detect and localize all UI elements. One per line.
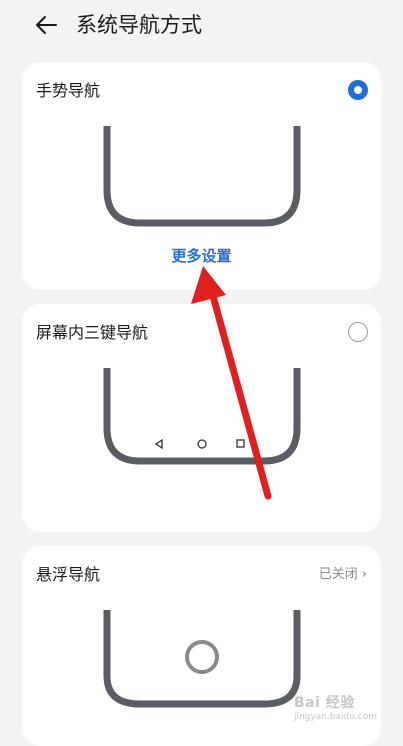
three-key-navigation-radio[interactable]: [348, 322, 368, 342]
baidu-watermark: Bai 经验 jingyan.baidu.com: [294, 692, 377, 722]
watermark-sub: jingyan.baidu.com: [293, 712, 377, 722]
gesture-navigation-radio[interactable]: [348, 80, 368, 100]
top-bar: 系统导航方式: [0, 0, 403, 52]
page-title: 系统导航方式: [76, 13, 202, 37]
floating-navigation-label: 悬浮导航: [36, 565, 101, 584]
chevron-right-icon: ›: [361, 567, 367, 582]
gesture-navigation-card[interactable]: 手势导航 更多设置: [22, 62, 381, 290]
back-arrow-icon[interactable]: [34, 12, 60, 38]
three-key-navigation-label: 屏幕内三键导航: [36, 323, 149, 342]
more-settings-link[interactable]: 更多设置: [22, 245, 381, 267]
watermark-text: Bai 经验: [293, 695, 355, 711]
home-key-icon: [197, 439, 207, 449]
three-key-phone-illustration: [103, 368, 301, 465]
floating-button-icon: [185, 640, 219, 674]
gesture-phone-illustration: [103, 126, 301, 227]
back-key-icon: [154, 438, 163, 450]
recent-key-icon: [236, 439, 245, 448]
three-key-navigation-card[interactable]: 屏幕内三键导航: [22, 304, 381, 532]
floating-navigation-status[interactable]: 已关闭 ›: [319, 566, 367, 584]
floating-navigation-status-text: 已关闭: [318, 567, 358, 582]
gesture-navigation-label: 手势导航: [36, 81, 101, 100]
